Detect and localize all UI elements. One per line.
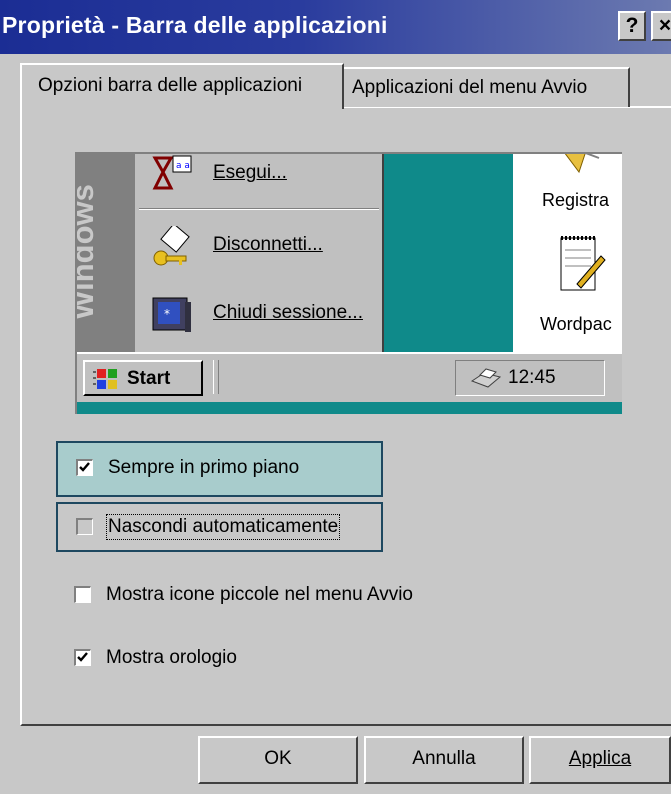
apply-button[interactable]: Applica <box>529 736 671 784</box>
close-button[interactable]: × <box>651 11 671 41</box>
help-button[interactable]: ? <box>618 11 646 41</box>
apply-label: Applica <box>568 748 632 769</box>
title-bar[interactable]: Proprietà - Barra delle applicazioni ? × <box>0 0 671 54</box>
cancel-button[interactable]: Annulla <box>364 736 524 784</box>
tab-label: Opzioni barra delle applicazioni <box>38 75 303 96</box>
ok-button[interactable]: OK <box>198 736 358 784</box>
tab-label: Applicazioni del menu Avvio <box>352 77 588 98</box>
window-title: Proprietà - Barra delle applicazioni <box>2 12 388 38</box>
tab-taskbar-options[interactable]: Opzioni barra delle applicazioni <box>20 63 344 109</box>
tab-start-menu-programs[interactable]: Applicazioni del menu Avvio <box>344 67 630 107</box>
tab-panel <box>20 106 671 726</box>
